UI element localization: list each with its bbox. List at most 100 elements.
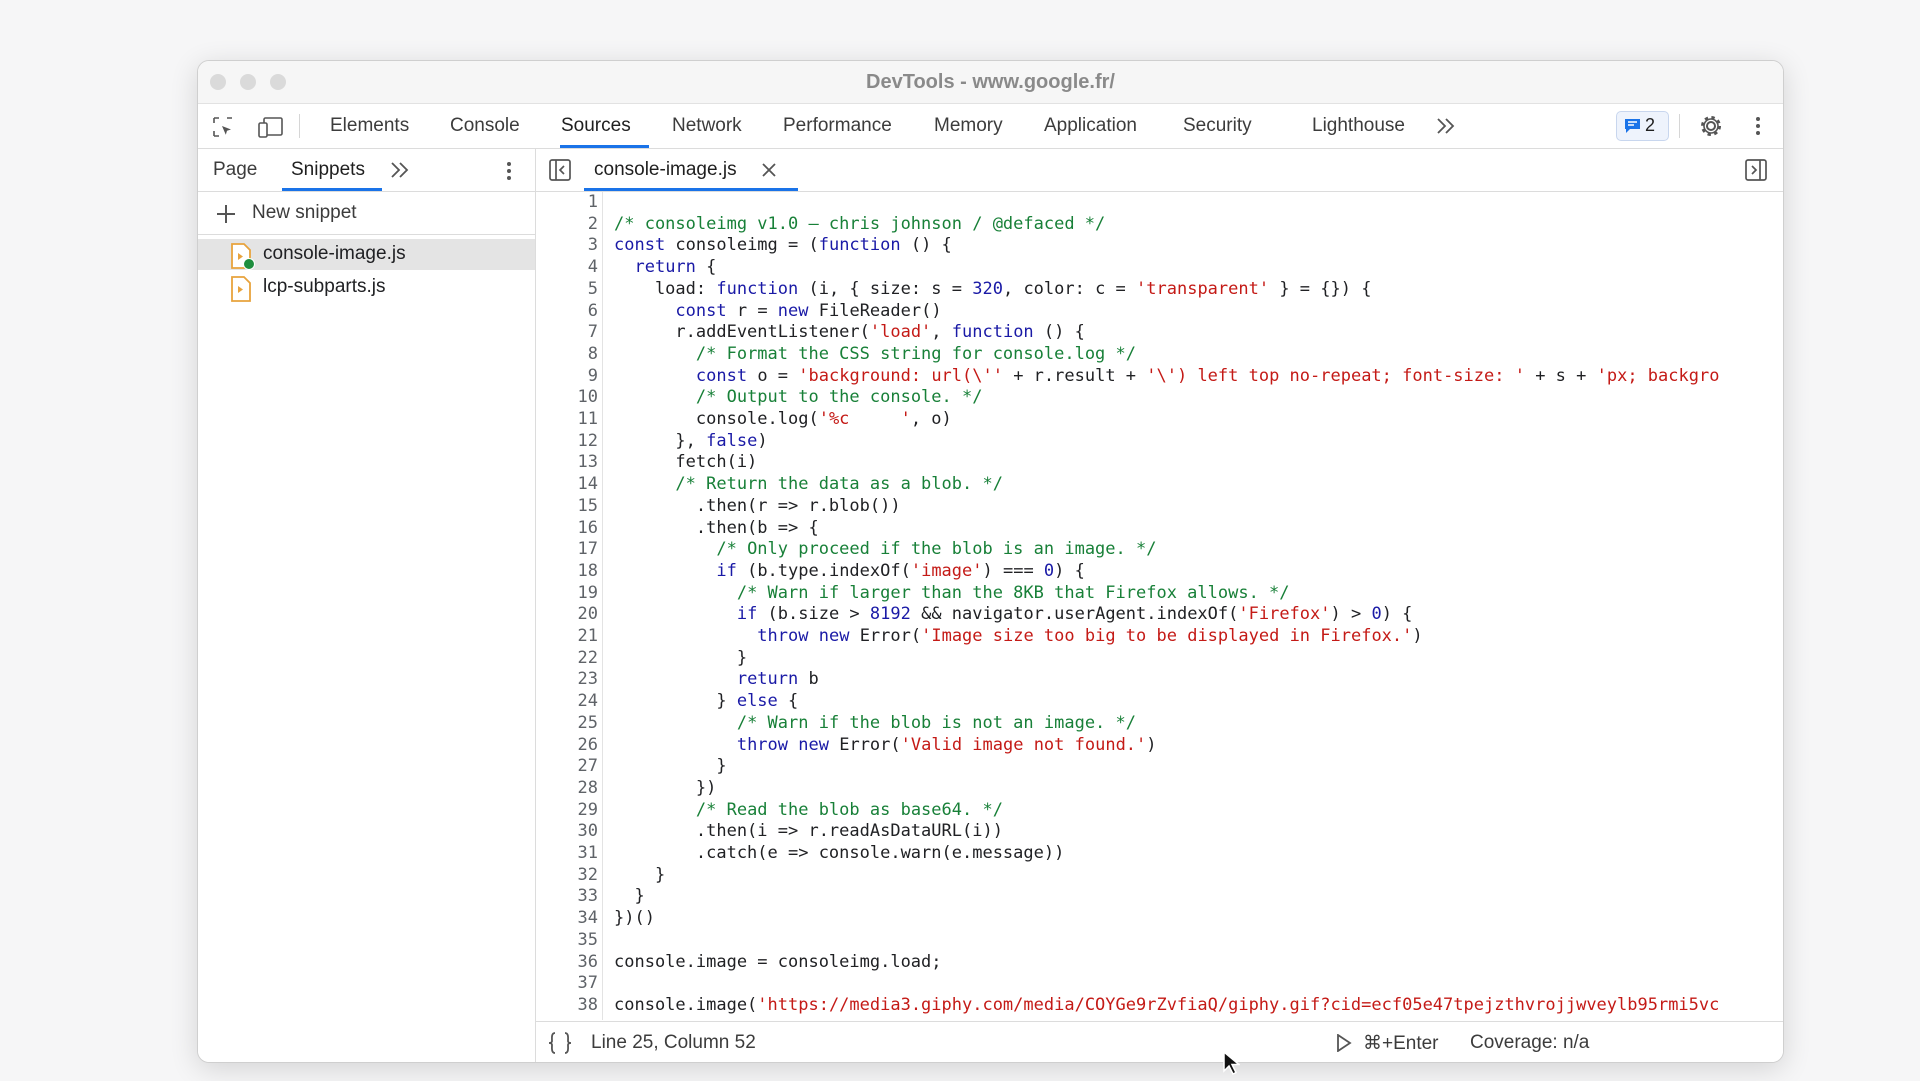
line-number[interactable]: 3 (536, 235, 598, 257)
line-number[interactable]: 32 (536, 865, 598, 887)
line-number[interactable]: 5 (536, 279, 598, 301)
line-number[interactable]: 38 (536, 995, 598, 1017)
line-number[interactable]: 20 (536, 604, 598, 626)
code-line[interactable]: r.addEventListener('load', function () { (614, 322, 1084, 344)
line-number[interactable]: 28 (536, 778, 598, 800)
code-line[interactable]: const o = 'background: url(\'' + r.resul… (614, 366, 1720, 388)
line-number[interactable]: 30 (536, 821, 598, 843)
line-number[interactable]: 34 (536, 908, 598, 930)
snippet-file-item[interactable]: lcp-subparts.js (198, 272, 535, 303)
snippet-file-item[interactable]: console-image.js (198, 239, 535, 270)
line-number[interactable]: 23 (536, 669, 598, 691)
line-number[interactable]: 27 (536, 756, 598, 778)
code-line[interactable]: console.image('https://media3.giphy.com/… (614, 995, 1719, 1017)
code-line[interactable]: }, false) (614, 431, 767, 453)
line-number[interactable]: 19 (536, 583, 598, 605)
code-line[interactable]: /* Format the CSS string for console.log… (614, 344, 1136, 366)
navigator-tab-page[interactable]: Page (213, 159, 257, 181)
code-line[interactable]: } (614, 886, 644, 908)
code-line[interactable]: .then(b => { (614, 518, 819, 540)
line-number[interactable]: 17 (536, 539, 598, 561)
line-number[interactable]: 22 (536, 648, 598, 670)
editor-tab[interactable]: console-image.js (584, 149, 798, 191)
tab-network[interactable]: Network (672, 115, 742, 137)
line-number[interactable]: 11 (536, 409, 598, 431)
toggle-debugger-icon[interactable] (1744, 158, 1768, 187)
code-line[interactable]: /* consoleimg v1.0 – chris johnson / @de… (614, 214, 1105, 236)
code-line[interactable]: throw new Error('Valid image not found.'… (614, 735, 1157, 757)
code-line[interactable]: console.log('%c ', o) (614, 409, 952, 431)
device-toolbar-icon[interactable] (257, 115, 285, 144)
line-number[interactable]: 4 (536, 257, 598, 279)
more-navigator-tabs-icon[interactable] (389, 160, 411, 185)
line-number[interactable]: 31 (536, 843, 598, 865)
code-line[interactable]: /* Warn if the blob is not an image. */ (614, 713, 1136, 735)
tab-sources[interactable]: Sources (561, 115, 631, 137)
code-line[interactable]: })() (614, 908, 655, 930)
close-icon[interactable] (761, 162, 777, 183)
tab-lighthouse[interactable]: Lighthouse (1312, 115, 1405, 137)
tab-application[interactable]: Application (1044, 115, 1137, 137)
navigator-menu-icon[interactable] (505, 159, 513, 188)
code-line[interactable]: /* Output to the console. */ (614, 387, 983, 409)
line-number[interactable]: 37 (536, 973, 598, 995)
code-line[interactable]: const r = new FileReader() (614, 301, 941, 323)
line-number[interactable]: 14 (536, 474, 598, 496)
line-number[interactable]: 8 (536, 344, 598, 366)
code-line[interactable]: fetch(i) (614, 452, 757, 474)
more-tabs-icon[interactable] (1435, 116, 1457, 141)
code-line[interactable]: .then(i => r.readAsDataURL(i)) (614, 821, 1003, 843)
line-number[interactable]: 15 (536, 496, 598, 518)
tab-elements[interactable]: Elements (330, 115, 409, 137)
line-number[interactable]: 6 (536, 301, 598, 323)
code-line[interactable]: if (b.size > 8192 && navigator.userAgent… (614, 604, 1413, 626)
code-line[interactable]: /* Warn if larger than the 8KB that Fire… (614, 583, 1290, 605)
tab-console[interactable]: Console (450, 115, 520, 137)
tab-memory[interactable]: Memory (934, 115, 1003, 137)
code-line[interactable]: } (614, 648, 747, 670)
code-line[interactable]: throw new Error('Image size too big to b… (614, 626, 1422, 648)
line-number[interactable]: 9 (536, 366, 598, 388)
navigator-tab-snippets[interactable]: Snippets (291, 159, 365, 181)
code-line[interactable]: /* Read the blob as base64. */ (614, 800, 1003, 822)
code-line[interactable]: }) (614, 778, 716, 800)
line-number[interactable]: 35 (536, 930, 598, 952)
line-number[interactable]: 16 (536, 518, 598, 540)
line-number[interactable]: 21 (536, 626, 598, 648)
code-line[interactable]: } (614, 865, 665, 887)
kebab-menu-icon[interactable] (1754, 114, 1762, 143)
code-line[interactable]: /* Only proceed if the blob is an image.… (614, 539, 1156, 561)
new-snippet-button[interactable]: New snippet (198, 192, 535, 235)
line-number[interactable]: 33 (536, 886, 598, 908)
tab-security[interactable]: Security (1183, 115, 1252, 137)
line-number[interactable]: 29 (536, 800, 598, 822)
code-line[interactable]: .catch(e => console.warn(e.message)) (614, 843, 1064, 865)
line-number[interactable]: 1 (536, 192, 598, 214)
code-line[interactable]: } (614, 756, 726, 778)
line-number[interactable]: 7 (536, 322, 598, 344)
code-line[interactable]: /* Return the data as a blob. */ (614, 474, 1003, 496)
code-line[interactable]: .then(r => r.blob()) (614, 496, 901, 518)
code-line[interactable]: } else { (614, 691, 798, 713)
toggle-navigator-icon[interactable] (548, 158, 572, 187)
line-number[interactable]: 10 (536, 387, 598, 409)
line-number[interactable]: 12 (536, 431, 598, 453)
code-line[interactable]: const consoleimg = (function () { (614, 235, 952, 257)
tab-performance[interactable]: Performance (783, 115, 892, 137)
code-line[interactable]: load: function (i, { size: s = 320, colo… (614, 279, 1372, 301)
code-line[interactable]: console.image = consoleimg.load; (614, 952, 942, 974)
line-number[interactable]: 18 (536, 561, 598, 583)
line-number[interactable]: 2 (536, 214, 598, 236)
code-line[interactable]: return { (614, 257, 716, 279)
gear-icon[interactable] (1698, 113, 1724, 144)
line-number[interactable]: 13 (536, 452, 598, 474)
line-number[interactable]: 25 (536, 713, 598, 735)
line-number[interactable]: 36 (536, 952, 598, 974)
inspect-element-icon[interactable] (211, 115, 235, 144)
pretty-print-icon[interactable] (546, 1031, 574, 1060)
code-line[interactable]: return b (614, 669, 819, 691)
line-number[interactable]: 24 (536, 691, 598, 713)
code-line[interactable]: if (b.type.indexOf('image') === 0) { (614, 561, 1085, 583)
issues-badge[interactable]: 2 (1616, 111, 1669, 141)
run-snippet-icon[interactable] (1336, 1033, 1352, 1057)
